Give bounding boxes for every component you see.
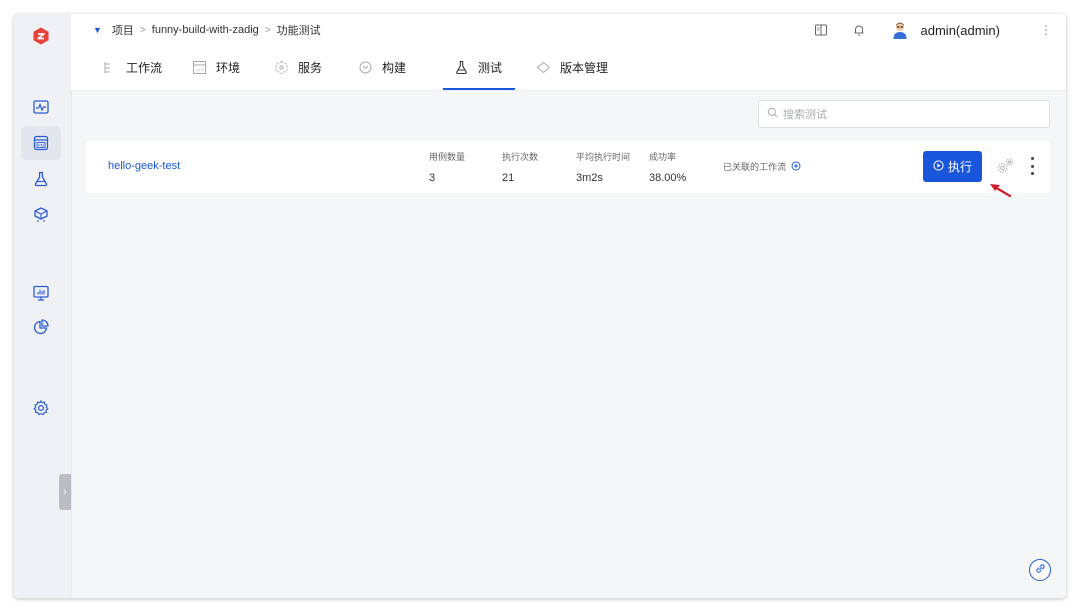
app-window: PM › ▼ 项目 > funny-build-with-zadig > 功能测… bbox=[14, 14, 1066, 598]
add-circle-icon[interactable] bbox=[791, 161, 801, 173]
linked-workflows-label: 已关联的工作流 bbox=[723, 162, 787, 172]
tab-label: 工作流 bbox=[126, 61, 163, 75]
link-fab-button[interactable] bbox=[1029, 559, 1051, 581]
tab-label: 服务 bbox=[298, 61, 323, 75]
stat-success-rate: 成功率 38.00% bbox=[649, 150, 686, 184]
notification-bell-icon[interactable] bbox=[849, 20, 869, 40]
breadcrumb-separator: > bbox=[139, 24, 146, 36]
tab-label: 环境 bbox=[216, 61, 241, 75]
monitor-wave-icon[interactable] bbox=[30, 96, 52, 118]
more-vertical-icon[interactable]: ⋮ bbox=[1040, 23, 1052, 37]
sidebar-collapse-handle[interactable]: › bbox=[59, 474, 71, 510]
stat-avg-duration: 平均执行时间 3m2s bbox=[576, 150, 630, 184]
pie-chart-icon[interactable] bbox=[30, 316, 52, 338]
tab-label: 构建 bbox=[382, 61, 407, 75]
logo-icon[interactable] bbox=[31, 26, 51, 46]
top-right-tools: admin(admin) ⋮ bbox=[793, 19, 1052, 41]
top-bar: ▼ 项目 > funny-build-with-zadig > 功能测试 adm… bbox=[71, 14, 1066, 46]
caret-down-icon[interactable]: ▼ bbox=[93, 25, 102, 35]
tab-label: 测试 bbox=[478, 61, 503, 75]
tab-test[interactable]: 测试 bbox=[443, 45, 515, 90]
breadcrumb-root[interactable]: 项目 bbox=[112, 22, 134, 38]
project-tabs: 工作流 </> 环境 服务 构建 测试 版本管理 bbox=[71, 45, 1066, 91]
stat-case-count: 用例数量 3 bbox=[429, 150, 465, 184]
run-button-label: 执行 bbox=[947, 160, 972, 174]
search-placeholder: 搜索测试 bbox=[783, 109, 827, 121]
service-icon bbox=[273, 60, 289, 76]
tab-workflow[interactable]: 工作流 bbox=[101, 45, 162, 90]
stat-value: 38.00% bbox=[649, 172, 687, 184]
tab-version[interactable]: 版本管理 bbox=[535, 45, 608, 90]
sidebar: PM › bbox=[14, 14, 72, 598]
link-icon bbox=[1035, 561, 1046, 579]
stat-label: 用例数量 bbox=[429, 152, 466, 162]
run-test-button[interactable]: 执行 bbox=[923, 151, 982, 182]
version-icon bbox=[535, 60, 551, 76]
breadcrumb-separator: > bbox=[264, 24, 271, 36]
avatar[interactable] bbox=[891, 21, 909, 39]
svg-text:PM: PM bbox=[38, 144, 43, 148]
stat-value: 3m2s bbox=[576, 172, 603, 184]
tab-service[interactable]: 服务 bbox=[273, 45, 322, 90]
stat-run-count: 执行次数 21 bbox=[502, 150, 538, 184]
linked-workflows[interactable]: 已关联的工作流 bbox=[723, 160, 801, 173]
test-flask-icon bbox=[453, 60, 469, 76]
plugin-icon[interactable] bbox=[30, 204, 52, 226]
workflow-icon bbox=[101, 60, 117, 76]
tab-label: 版本管理 bbox=[560, 61, 609, 75]
environment-icon: </> bbox=[191, 60, 207, 76]
build-icon bbox=[357, 60, 373, 76]
test-flask-icon[interactable] bbox=[30, 168, 52, 190]
settings-gear-icon[interactable] bbox=[30, 397, 52, 419]
stat-value: 3 bbox=[429, 172, 436, 184]
stat-label: 平均执行时间 bbox=[576, 152, 631, 162]
dashboard-chart-icon[interactable] bbox=[30, 282, 52, 304]
svg-text:</>: </> bbox=[195, 68, 203, 74]
tab-build[interactable]: 构建 bbox=[357, 45, 406, 90]
project-pm-icon[interactable]: PM bbox=[30, 132, 52, 154]
breadcrumb-project[interactable]: funny-build-with-zadig bbox=[152, 24, 259, 36]
stat-value: 21 bbox=[502, 172, 515, 184]
username[interactable]: admin(admin) bbox=[921, 23, 1000, 38]
chevron-right-icon: › bbox=[63, 486, 67, 498]
stat-label: 执行次数 bbox=[502, 152, 539, 162]
annotation-arrow-icon bbox=[990, 184, 1012, 198]
settings-gears-icon[interactable] bbox=[994, 155, 1016, 177]
search-icon bbox=[767, 107, 778, 121]
docs-book-icon[interactable] bbox=[811, 20, 831, 40]
search-input[interactable]: 搜索测试 bbox=[758, 100, 1050, 128]
more-vertical-icon[interactable] bbox=[1028, 157, 1036, 175]
play-circle-icon bbox=[933, 159, 944, 174]
breadcrumb: ▼ 项目 > funny-build-with-zadig > 功能测试 bbox=[93, 22, 321, 38]
tab-environment[interactable]: </> 环境 bbox=[191, 45, 240, 90]
test-name-link[interactable]: hello-geek-test bbox=[108, 160, 180, 172]
stat-label: 成功率 bbox=[649, 152, 677, 162]
test-card: hello-geek-test 用例数量 3 执行次数 21 平均执行时间 3m… bbox=[86, 141, 1050, 193]
breadcrumb-page: 功能测试 bbox=[276, 25, 321, 37]
